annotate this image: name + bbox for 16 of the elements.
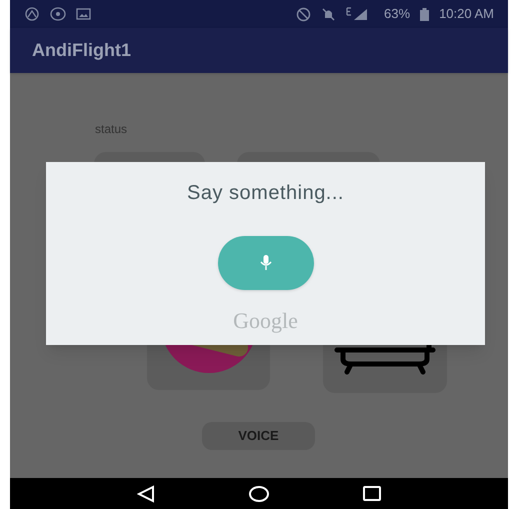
battery-icon [420, 8, 430, 20]
home-icon[interactable] [249, 486, 269, 502]
bathtub-icon [333, 345, 437, 375]
signal-icon [346, 7, 368, 21]
recents-icon[interactable] [363, 486, 381, 501]
google-logo: Google [233, 307, 298, 335]
dialog-prompt: Say something... [187, 181, 344, 206]
blocked-icon [296, 6, 312, 22]
app-title: AndiFlight1 [32, 39, 131, 62]
microphone-icon [260, 255, 272, 271]
battery-percent: 63% [384, 5, 410, 24]
muted-bell-icon [321, 6, 336, 22]
clock: 10:20 AM [439, 5, 494, 24]
image-icon [76, 8, 91, 20]
back-icon[interactable] [137, 484, 155, 502]
voice-button[interactable]: VOICE [202, 422, 315, 450]
